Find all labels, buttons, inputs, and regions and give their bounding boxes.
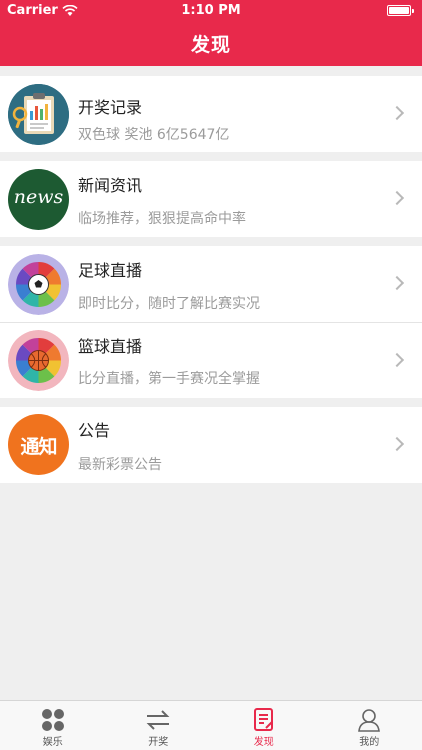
notice-icon: 通知	[8, 414, 69, 475]
tab-discover[interactable]: 发现	[211, 701, 317, 750]
item-subtitle: 即时比分，随时了解比赛实况	[78, 296, 260, 312]
status-bar: Carrier 1:10 PM	[0, 0, 422, 22]
list-item-lottery-records[interactable]: 开奖记录 双色球 奖池 6亿5647亿	[0, 76, 422, 152]
notice-icon-text: 通知	[20, 436, 57, 458]
chevron-right-icon	[389, 352, 405, 368]
tab-entertainment[interactable]: 娱乐	[0, 701, 106, 750]
person-icon	[358, 709, 381, 732]
tab-label: 开奖	[148, 737, 169, 748]
status-time: 1:10 PM	[181, 3, 241, 18]
list-item-notice[interactable]: 通知 公告 最新彩票公告	[0, 407, 422, 483]
basketball-icon	[8, 330, 69, 391]
list-group-notice: 通知 公告 最新彩票公告	[0, 407, 422, 483]
tab-label: 娱乐	[42, 737, 63, 748]
item-title: 公告	[78, 421, 111, 440]
battery-icon	[387, 5, 414, 16]
chevron-right-icon	[389, 105, 405, 121]
item-subtitle: 最新彩票公告	[78, 457, 162, 473]
report-clipboard-icon	[8, 84, 69, 145]
grid-circles-icon	[41, 709, 64, 731]
list-item-football-live[interactable]: 足球直播 即时比分，随时了解比赛实况	[0, 246, 422, 322]
chevron-right-icon	[389, 436, 405, 452]
football-icon	[8, 254, 69, 315]
item-subtitle: 比分直播，第一手赛况全掌握	[78, 371, 260, 387]
header: Carrier 1:10 PM 发现	[0, 0, 422, 66]
news-icon: news	[8, 169, 69, 230]
list-item-basketball-live[interactable]: 篮球直播 比分直播，第一手赛况全掌握	[0, 322, 422, 398]
list-item-news[interactable]: news 新闻资讯 临场推荐，狠狠提高命中率	[0, 161, 422, 237]
chevron-right-icon	[389, 275, 405, 291]
tab-bar: 娱乐 开奖 发现 我的	[0, 700, 422, 750]
item-title: 新闻资讯	[78, 176, 143, 195]
item-title: 开奖记录	[78, 98, 143, 117]
page-title: 发现	[190, 34, 231, 56]
chevron-right-icon	[389, 190, 405, 206]
list-group-news: news 新闻资讯 临场推荐，狠狠提高命中率	[0, 161, 422, 237]
item-title: 篮球直播	[78, 337, 143, 356]
list-group-live: 足球直播 即时比分，随时了解比赛实况 篮球直播 比分直播，第一手赛况全掌握	[0, 246, 422, 398]
news-icon-text: news	[13, 186, 64, 208]
tab-mine[interactable]: 我的	[317, 701, 422, 750]
item-title: 足球直播	[78, 261, 143, 280]
tab-label: 发现	[253, 737, 274, 748]
item-subtitle: 双色球 奖池 6亿5647亿	[78, 127, 230, 143]
item-subtitle: 临场推荐，狠狠提高命中率	[78, 211, 246, 227]
swap-arrows-icon	[146, 710, 170, 730]
document-icon	[253, 708, 273, 731]
list-group-records: 开奖记录 双色球 奖池 6亿5647亿	[0, 76, 422, 152]
tab-lottery[interactable]: 开奖	[106, 701, 212, 750]
tab-label: 我的	[359, 737, 380, 748]
